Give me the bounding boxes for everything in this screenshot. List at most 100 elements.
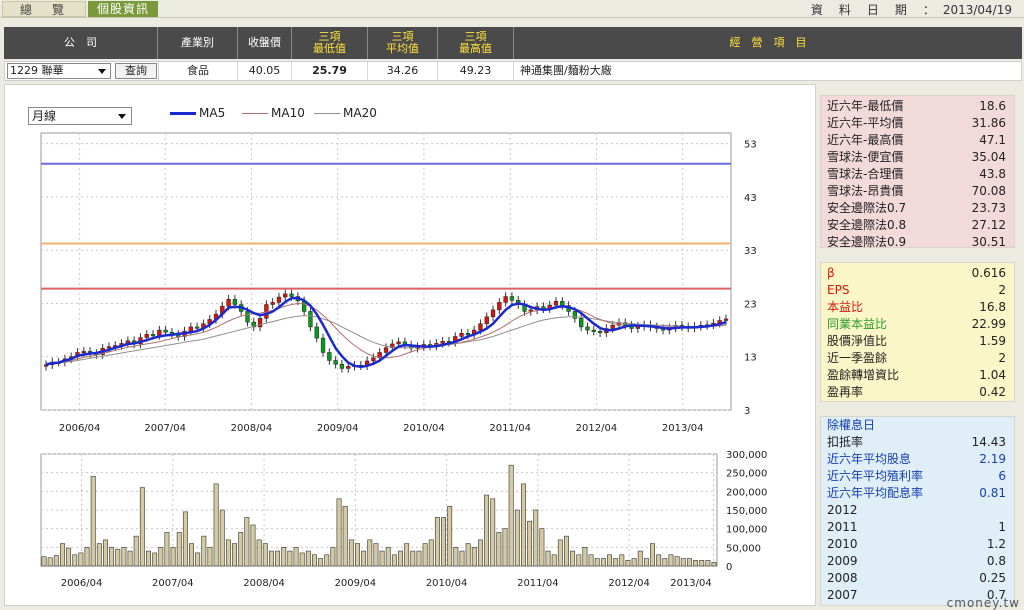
volume-bar [588, 554, 594, 567]
info-row: 安全邊際法0.7 23.73 [821, 200, 1014, 217]
volume-bar [422, 543, 428, 567]
volume-bar [219, 509, 225, 567]
info-row-label: 雪球法-合理價 [827, 167, 904, 181]
volume-bar [318, 558, 324, 567]
info-row-label: 安全邊際法0.8 [827, 218, 907, 232]
info-row-value: 2.19 [979, 452, 1006, 466]
volume-bar [176, 532, 182, 567]
candle-body [339, 363, 345, 369]
y-tick-label: 3 [744, 406, 750, 417]
volume-bar [564, 535, 569, 567]
candle-body [320, 337, 326, 353]
volume-bar [146, 550, 151, 567]
volume-y-tick-label: 0 [726, 562, 732, 573]
volume-bar [189, 543, 194, 567]
info-row: 2012 [821, 502, 1014, 519]
info-row-value: 1 [998, 520, 1006, 534]
info-row-label: 扣抵率 [827, 435, 864, 449]
volume-bar [619, 554, 625, 567]
volume-bar [447, 505, 453, 567]
info-row: 安全邊際法0.8 27.12 [821, 217, 1014, 234]
candle-body [157, 329, 162, 336]
info-row: 近六年平均殖利率 6 [821, 468, 1014, 485]
ratio-panel: β 0.616 EPS 2 本益比 16.8 同業本益比 22.99 股價淨值比 1.59 近一季盈… [820, 262, 1015, 402]
volume-bar [47, 557, 53, 567]
volume-bar [514, 509, 520, 567]
info-row: 股價淨值比 1.59 [821, 333, 1014, 350]
candle-body [490, 309, 496, 318]
info-row-label: 雪球法-昂貴價 [827, 184, 904, 198]
info-row-label: 除權息日 [827, 418, 876, 432]
info-row: 2009 0.8 [821, 553, 1014, 570]
volume-bar [607, 554, 612, 567]
candle-body [396, 341, 401, 345]
volume-bar [232, 543, 238, 567]
info-row-label: 近六年-最低價 [827, 99, 904, 113]
info-row: 2011 1 [821, 519, 1014, 536]
candle-body [459, 333, 464, 337]
info-row-value: 43.8 [979, 167, 1006, 181]
volume-bar [103, 539, 108, 567]
info-row-value: 0.8 [986, 554, 1006, 568]
volume-x-tick-label: 2012/04 [608, 578, 650, 589]
volume-bar [152, 552, 158, 567]
candle-body [283, 293, 288, 298]
y-tick-label: 53 [744, 140, 757, 151]
candle-body [226, 298, 231, 307]
volume-bar [557, 539, 563, 567]
candle-body [553, 301, 559, 306]
candle-body [610, 325, 615, 329]
volume-bar [410, 550, 416, 567]
volume-bar [441, 517, 446, 567]
volume-bar [398, 550, 403, 567]
info-row-value: 0.25 [979, 571, 1006, 585]
volume-bar [336, 498, 342, 567]
volume-bar [527, 520, 533, 567]
candle-body [314, 326, 319, 339]
volume-bar [625, 560, 631, 567]
info-row-value: 1.04 [979, 368, 1006, 382]
info-row: 除權息日 [821, 417, 1014, 434]
x-tick-label: 2007/04 [144, 423, 186, 434]
volume-bar [256, 539, 262, 567]
y-tick-label: 33 [744, 246, 757, 257]
volume-bar [631, 558, 637, 567]
volume-bar [705, 560, 711, 567]
volume-x-tick-label: 2010/04 [426, 578, 468, 589]
info-row-value: 30.51 [971, 235, 1006, 249]
volume-bar [465, 543, 471, 567]
info-row: 本益比 16.8 [821, 299, 1014, 316]
info-row-value: 0.42 [979, 385, 1006, 399]
volume-x-tick-label: 2011/04 [517, 578, 559, 589]
volume-bar [109, 547, 115, 567]
volume-bar [434, 517, 440, 567]
info-row: 同業本益比 22.99 [821, 316, 1014, 333]
volume-bar [699, 560, 705, 567]
candle-body [585, 326, 590, 331]
volume-bar [139, 487, 145, 567]
volume-bar [281, 547, 287, 567]
volume-bar [287, 550, 293, 567]
info-row-label: 2012 [827, 503, 858, 517]
volume-bar [195, 552, 201, 567]
volume-bar [127, 550, 133, 567]
info-row-value: 0.616 [971, 266, 1006, 280]
volume-y-tick-label: 200,000 [726, 487, 767, 498]
info-row: 近六年平均股息 2.19 [821, 451, 1014, 468]
volume-bar [650, 543, 655, 567]
info-row: 雪球法-便宜價 35.04 [821, 149, 1014, 166]
volume-bar [416, 550, 422, 567]
volume-bar [662, 558, 668, 567]
candle-body [371, 357, 376, 362]
info-row: 盈再率 0.42 [821, 384, 1014, 401]
volume-bar [643, 558, 649, 567]
info-row-label: 股價淨值比 [827, 334, 888, 348]
volume-bar [312, 554, 317, 567]
info-row: 扣抵率 14.43 [821, 434, 1014, 451]
volume-x-tick-label: 2007/04 [152, 578, 194, 589]
volume-bar [674, 556, 680, 567]
volume-y-tick-label: 300,000 [726, 450, 767, 461]
volume-bar [404, 543, 410, 567]
volume-bar [711, 561, 717, 567]
volume-bar [385, 547, 391, 567]
